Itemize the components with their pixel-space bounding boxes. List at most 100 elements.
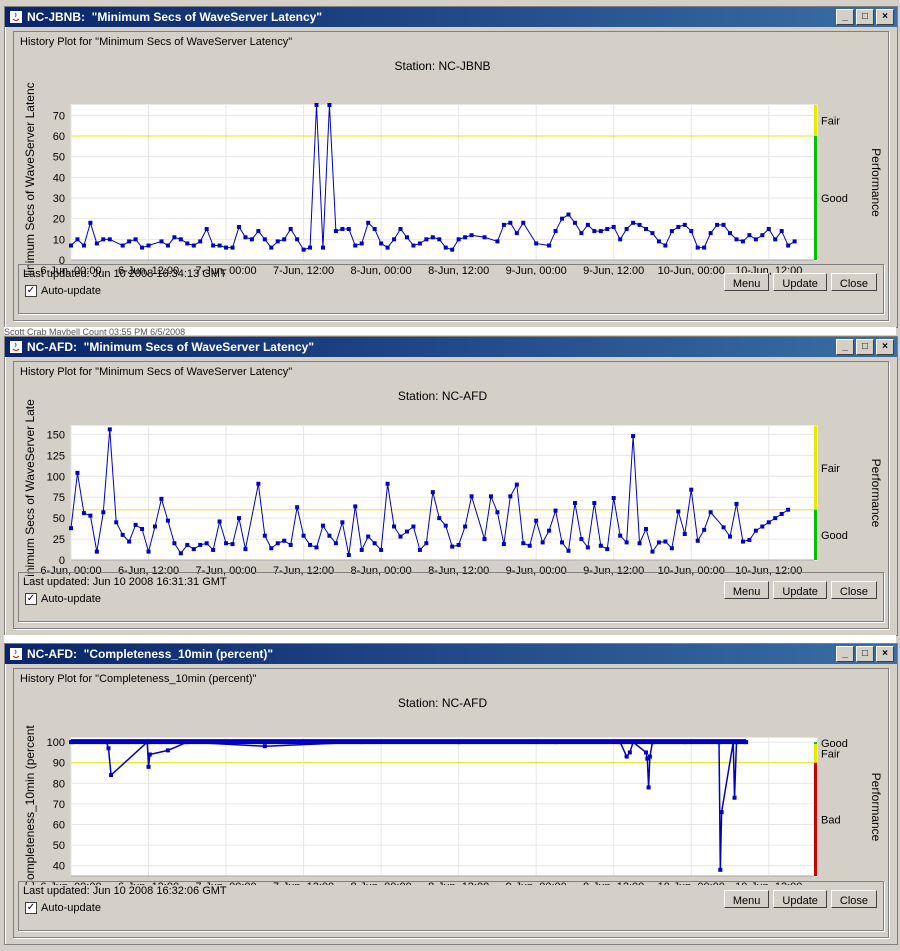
data-point bbox=[392, 524, 397, 529]
data-point bbox=[185, 542, 190, 547]
history-plot-label: History Plot for "Completeness_10min (pe… bbox=[20, 673, 257, 685]
update-button[interactable]: Update bbox=[773, 273, 827, 291]
data-point bbox=[553, 508, 558, 513]
auto-update-checkbox[interactable]: ✓ Auto-update bbox=[25, 902, 101, 914]
close-button[interactable]: Close bbox=[830, 890, 877, 908]
data-point bbox=[740, 539, 745, 544]
y-tick-label: 30 bbox=[53, 193, 65, 205]
zone-label-bad: Bad bbox=[821, 814, 841, 826]
minimize-button[interactable]: _ bbox=[836, 646, 854, 662]
data-point bbox=[456, 740, 461, 745]
data-point bbox=[430, 235, 435, 240]
data-point bbox=[417, 241, 422, 246]
close-button[interactable]: Close bbox=[830, 273, 877, 291]
data-point bbox=[301, 533, 306, 538]
data-point bbox=[598, 543, 603, 548]
data-point bbox=[185, 740, 190, 745]
data-point bbox=[627, 750, 632, 755]
minimize-button[interactable]: _ bbox=[836, 339, 854, 355]
menu-button[interactable]: Menu bbox=[723, 890, 770, 908]
menu-button[interactable]: Menu bbox=[723, 273, 770, 291]
data-point bbox=[553, 229, 558, 234]
history-plot-panel: History Plot for "Minimum Secs of WaveSe… bbox=[13, 361, 889, 629]
data-point bbox=[107, 427, 112, 432]
close-window-button[interactable]: × bbox=[876, 646, 894, 662]
performance-label: Performance bbox=[869, 773, 883, 842]
data-point bbox=[120, 532, 125, 537]
data-point bbox=[708, 231, 713, 236]
close-window-button[interactable]: × bbox=[876, 339, 894, 355]
data-point bbox=[172, 235, 177, 240]
java-app-icon bbox=[10, 341, 22, 353]
data-point bbox=[773, 237, 778, 242]
close-button[interactable]: Close bbox=[830, 581, 877, 599]
title-bar[interactable]: NC-JBNB: "Minimum Secs of WaveServer Lat… bbox=[5, 7, 897, 27]
checkbox-checked-icon[interactable]: ✓ bbox=[25, 285, 37, 297]
update-button[interactable]: Update bbox=[773, 890, 827, 908]
auto-update-checkbox[interactable]: ✓ Auto-update bbox=[25, 285, 101, 297]
checkbox-checked-icon[interactable]: ✓ bbox=[25, 593, 37, 605]
update-button[interactable]: Update bbox=[773, 581, 827, 599]
zone-bar-fair bbox=[814, 744, 817, 763]
maximize-button[interactable]: □ bbox=[856, 646, 874, 662]
data-point bbox=[443, 523, 448, 528]
plot-area bbox=[70, 737, 818, 877]
data-point bbox=[695, 538, 700, 543]
data-point bbox=[340, 227, 345, 231]
data-point bbox=[566, 548, 571, 553]
data-point bbox=[159, 496, 164, 501]
chart-title: Station: NC-AFD bbox=[398, 389, 488, 403]
data-point bbox=[282, 237, 287, 242]
menu-button[interactable]: Menu bbox=[723, 581, 770, 599]
data-point bbox=[269, 245, 274, 250]
title-bar[interactable]: NC-AFD: "Completeness_10min (percent)" _… bbox=[5, 644, 897, 664]
data-point bbox=[766, 520, 771, 525]
data-point bbox=[314, 545, 319, 550]
auto-update-checkbox[interactable]: ✓ Auto-update bbox=[25, 593, 101, 605]
data-point bbox=[443, 245, 448, 250]
data-point bbox=[366, 220, 371, 225]
data-point bbox=[579, 231, 584, 236]
data-point bbox=[463, 235, 468, 240]
data-point bbox=[786, 507, 791, 512]
data-point bbox=[301, 247, 306, 252]
data-point bbox=[508, 494, 513, 499]
minimize-button[interactable]: _ bbox=[836, 9, 854, 25]
data-point bbox=[656, 239, 661, 244]
data-point bbox=[101, 237, 106, 242]
data-point bbox=[353, 504, 358, 509]
data-point bbox=[514, 231, 519, 236]
background-window-strip bbox=[4, 635, 896, 643]
y-tick-label: 40 bbox=[53, 861, 65, 873]
y-tick-label: 125 bbox=[47, 450, 65, 462]
java-app-icon bbox=[10, 648, 22, 660]
data-point bbox=[521, 220, 526, 225]
plot-area bbox=[70, 104, 818, 261]
history-plot-panel: History Plot for "Completeness_10min (pe… bbox=[13, 668, 889, 938]
maximize-button[interactable]: □ bbox=[856, 9, 874, 25]
checkbox-checked-icon[interactable]: ✓ bbox=[25, 902, 37, 914]
data-point bbox=[605, 227, 610, 231]
data-point bbox=[398, 534, 403, 539]
data-point bbox=[753, 528, 758, 533]
data-point bbox=[553, 740, 558, 745]
data-point bbox=[482, 537, 487, 542]
status-panel: Last updated: Jun 10 2008 16:31:31 GMT ✓… bbox=[18, 572, 884, 622]
data-point bbox=[411, 243, 416, 248]
y-tick-label: 20 bbox=[53, 214, 65, 226]
data-point bbox=[88, 220, 93, 225]
data-point bbox=[560, 216, 565, 221]
close-window-button[interactable]: × bbox=[876, 9, 894, 25]
title-bar[interactable]: NC-AFD: "Minimum Secs of WaveServer Late… bbox=[5, 337, 897, 357]
data-point bbox=[598, 229, 603, 234]
data-point bbox=[508, 220, 513, 225]
status-panel: Last updated: Jun 10 2008 16:32:06 GMT ✓… bbox=[18, 881, 884, 931]
data-point bbox=[463, 524, 468, 529]
window-title: NC-AFD: "Completeness_10min (percent)" bbox=[27, 647, 274, 661]
maximize-button[interactable]: □ bbox=[856, 339, 874, 355]
zone-bar-good bbox=[814, 136, 817, 260]
data-point bbox=[682, 740, 687, 745]
data-point bbox=[579, 537, 584, 542]
data-point bbox=[146, 549, 151, 554]
data-point bbox=[224, 541, 229, 546]
